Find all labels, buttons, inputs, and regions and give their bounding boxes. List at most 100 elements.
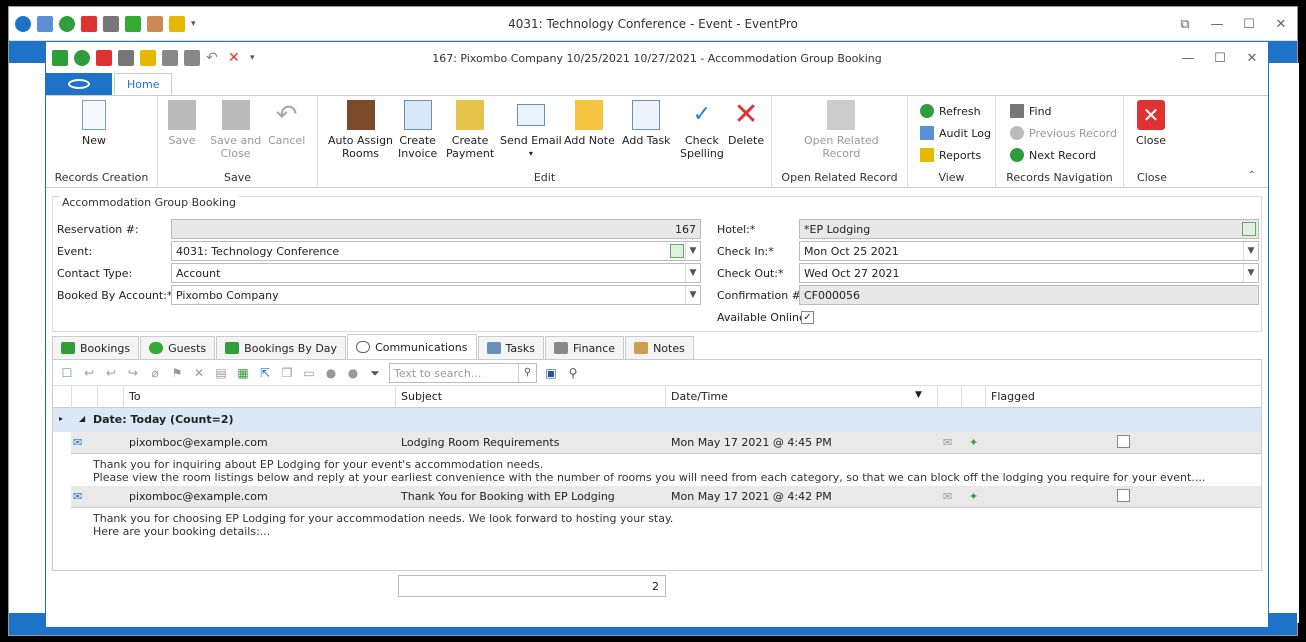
booked-by-field[interactable]: Pixombo Company ▼	[171, 285, 701, 305]
column-flagged[interactable]: Flagged	[991, 390, 1035, 403]
related-record-icon	[827, 100, 856, 130]
collapse-icon[interactable]: ◢	[79, 414, 85, 423]
save-icon	[168, 100, 196, 130]
available-online-checkbox[interactable]: ✓	[801, 311, 814, 324]
chevron-down-icon[interactable]: ▼	[1243, 264, 1258, 282]
flagged-checkbox[interactable]	[1117, 435, 1130, 448]
attachment-icon[interactable]: ⌀	[147, 366, 163, 380]
minimize-icon[interactable]: —	[1172, 42, 1204, 74]
app-menu-button[interactable]	[46, 73, 112, 95]
clipboard-icon[interactable]: ▭	[301, 366, 317, 380]
tab-bookings[interactable]: Bookings	[52, 336, 140, 359]
sort-desc-icon[interactable]: ▼	[915, 390, 922, 400]
tab-guests[interactable]: Guests	[140, 336, 216, 359]
confirmation-field[interactable]: CF000056	[799, 285, 1259, 305]
auto-assign-rooms-button[interactable]: Auto Assign Rooms	[328, 100, 393, 160]
task-label: Add Task	[622, 134, 671, 147]
filter-icon[interactable]: ⏷	[367, 366, 383, 380]
grid-layout-icon[interactable]: ▦	[235, 366, 251, 380]
next-record-button[interactable]: Next Record	[1010, 148, 1096, 162]
refresh-button[interactable]: Refresh	[920, 104, 981, 118]
communications-panel: ☐ ↩ ↩ ↪ ⌀ ⚑ ✕ ▤ ▦ ⇱ ❐ ▭ ● ● ⏷ Text to se…	[52, 359, 1262, 595]
open-related-record-button[interactable]: Open Related Record	[804, 100, 879, 160]
chevron-down-icon[interactable]: ▼	[685, 264, 700, 282]
detail-tabs: Bookings Guests Bookings By Day Communic…	[52, 334, 1262, 359]
save-button[interactable]: Save	[168, 100, 196, 147]
contact-type-field[interactable]: Account ▼	[171, 263, 701, 283]
previous-record-button[interactable]: Previous Record	[1010, 126, 1117, 140]
grid-toolbar: ☐ ↩ ↩ ↪ ⌀ ⚑ ✕ ▤ ▦ ⇱ ❐ ▭ ● ● ⏷ Text to se…	[53, 360, 1261, 386]
column-subject[interactable]: Subject	[401, 390, 442, 403]
search-icon[interactable]: ⚲	[518, 363, 536, 382]
delete-icon[interactable]: ✕	[191, 366, 207, 380]
lookup-icon[interactable]	[1242, 222, 1256, 236]
tab-tasks[interactable]: Tasks	[477, 336, 544, 359]
preview-line: Thank you for choosing EP Lodging for yo…	[93, 512, 674, 525]
lookup-icon[interactable]	[670, 244, 684, 258]
dialog-title: 167: Pixombo Company 10/25/2021 10/27/20…	[432, 51, 882, 65]
collapse-ribbon-icon[interactable]: ⌃	[1248, 170, 1256, 181]
column-datetime[interactable]: Date/Time	[671, 390, 728, 403]
new-button[interactable]: New	[82, 100, 106, 147]
table-row[interactable]: ✉ pixomboc@example.com Thank You for Boo…	[71, 486, 1261, 508]
minimize-icon[interactable]: —	[1201, 7, 1233, 41]
hotel-field[interactable]: *EP Lodging	[799, 219, 1259, 239]
reply-all-icon[interactable]: ↩	[103, 366, 119, 380]
note-icon	[634, 342, 649, 354]
maximize-icon[interactable]: ☐	[1233, 7, 1265, 41]
table-row[interactable]: ✉ pixomboc@example.com Lodging Room Requ…	[71, 432, 1261, 454]
reply-icon[interactable]: ↩	[81, 366, 97, 380]
export-icon[interactable]: ⇱	[257, 366, 273, 380]
group-row[interactable]: ▸ ◢ Date: Today (Count=2)	[53, 408, 1261, 432]
create-payment-button[interactable]: Create Payment	[446, 100, 494, 160]
grid-search-input[interactable]: Text to search... ⚲	[389, 362, 537, 383]
cancel-button[interactable]: ↶ Cancel	[268, 100, 305, 147]
close-button[interactable]: ✕ Close	[1136, 100, 1166, 147]
delete-button[interactable]: ✕ Delete	[728, 100, 764, 148]
check-in-field[interactable]: Mon Oct 25 2021 ▼	[799, 241, 1259, 261]
tab-notes[interactable]: Notes	[625, 336, 694, 359]
add-note-button[interactable]: Add Note	[564, 100, 615, 147]
audit-log-button[interactable]: Audit Log	[920, 126, 991, 140]
flagged-checkbox[interactable]	[1117, 489, 1130, 502]
clipboard-icon	[486, 342, 501, 354]
forward-icon[interactable]: ↪	[125, 366, 141, 380]
print-icon[interactable]: ▤	[213, 366, 229, 380]
find-button[interactable]: Find	[1010, 104, 1052, 118]
chevron-down-icon[interactable]: ▼	[1243, 242, 1258, 260]
chevron-down-icon[interactable]: ▼	[685, 286, 700, 304]
new-communication-icon[interactable]: ☐	[59, 366, 75, 380]
create-invoice-button[interactable]: Create Invoice	[398, 100, 437, 160]
check-out-field[interactable]: Wed Oct 27 2021 ▼	[799, 263, 1259, 283]
flag-icon[interactable]: ⚑	[169, 366, 185, 380]
send-email-button[interactable]: Send Email ▾	[500, 100, 562, 160]
save-close-button[interactable]: Save and Close	[210, 100, 261, 160]
down-icon[interactable]: ●	[345, 366, 361, 380]
copy-icon[interactable]: ❐	[279, 366, 295, 380]
up-icon[interactable]: ●	[323, 366, 339, 380]
chevron-down-icon[interactable]: ▼	[685, 242, 700, 260]
undo-icon: ↶	[275, 100, 298, 130]
check-spelling-button[interactable]: ✓ Check Spelling	[680, 100, 724, 160]
tab-bookings-by-day[interactable]: Bookings By Day	[216, 336, 347, 359]
reports-label: Reports	[939, 148, 982, 162]
cell-subject: Thank You for Booking with EP Lodging	[401, 490, 615, 503]
tab-home[interactable]: Home	[114, 73, 173, 95]
column-to[interactable]: To	[129, 390, 141, 403]
spellcheck-icon: ✓	[692, 102, 712, 127]
email-dropdown-icon[interactable]: ▾	[529, 147, 533, 160]
close-icon[interactable]: ✕	[1265, 7, 1297, 41]
expand-icon[interactable]: ▸	[59, 414, 63, 423]
tab-communications[interactable]: Communications	[347, 334, 477, 359]
save-layout-icon[interactable]: ▣	[543, 366, 559, 380]
maximize-icon[interactable]: ☐	[1204, 42, 1236, 74]
find-icon[interactable]: ⚲	[565, 366, 581, 380]
email-label: Send Email	[500, 134, 562, 147]
event-field[interactable]: 4031: Technology Conference ▼	[171, 241, 701, 261]
add-task-button[interactable]: Add Task	[622, 100, 671, 147]
tab-finance[interactable]: Finance	[544, 336, 625, 359]
restore-icon[interactable]: ⧉	[1169, 7, 1201, 41]
new-document-icon	[82, 100, 106, 130]
close-icon[interactable]: ✕	[1236, 42, 1268, 74]
reports-button[interactable]: Reports	[920, 148, 981, 162]
